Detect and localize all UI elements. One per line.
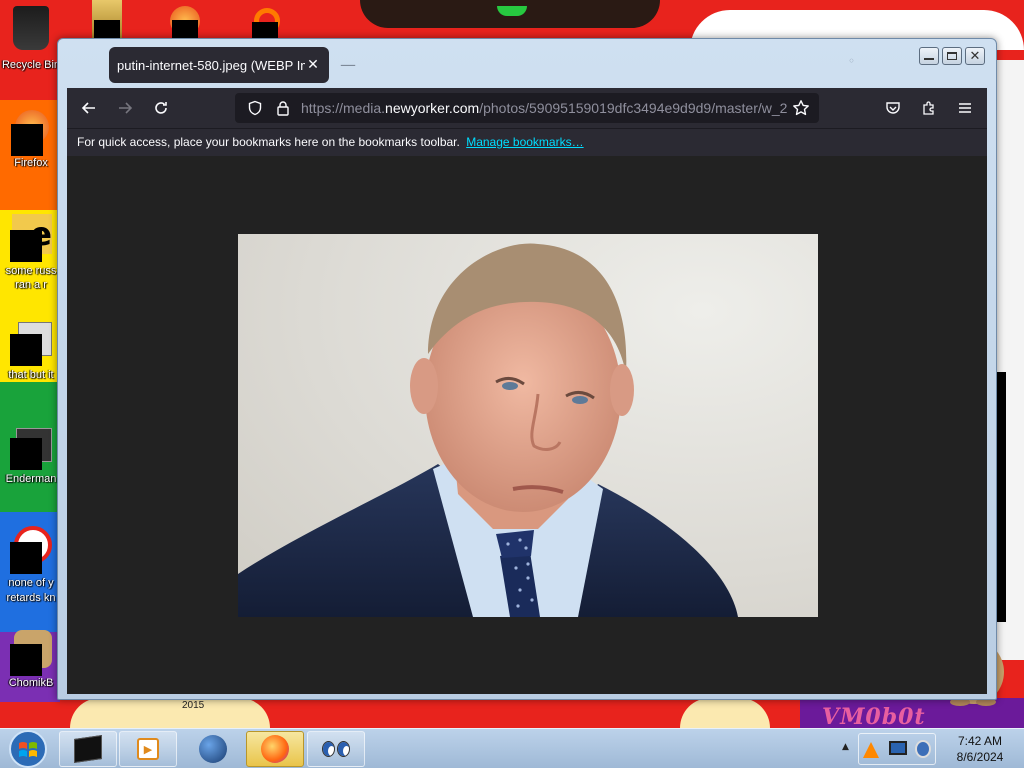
taskbar-app-eyes[interactable] [307, 731, 365, 767]
windows-logo-icon [9, 730, 47, 768]
taskbar-app-media-player[interactable]: ▶ [119, 731, 177, 767]
recycle-bin-icon [13, 6, 49, 50]
extensions-button[interactable] [911, 92, 947, 124]
system-tray [858, 733, 936, 765]
bookmarks-toolbar: For quick access, place your bookmarks h… [67, 128, 987, 156]
url-bar[interactable]: https://media.newyorker.com/photos/59095… [235, 93, 819, 123]
tab-active[interactable]: putin-internet-580.jpeg (WEBP Image ✕ [109, 47, 329, 83]
puzzle-piece-icon [923, 101, 934, 115]
wallpaper-cream-shape [70, 698, 270, 728]
desktop-icon-none-of-y[interactable]: none of y retards kn [0, 526, 62, 606]
url-domain: newyorker.com [385, 100, 480, 116]
tracking-protection-shield-icon[interactable] [241, 96, 269, 120]
tray-volume-icon[interactable] [915, 740, 931, 758]
desktop-icon-label: ChomikB [8, 677, 54, 689]
tab-title: putin-internet-580.jpeg (WEBP Image [117, 57, 305, 73]
start-button[interactable] [2, 729, 54, 768]
reload-button[interactable] [143, 92, 179, 124]
minimize-icon [924, 58, 934, 60]
eyes-icon [322, 741, 350, 757]
taskbar-clock[interactable]: 7:42 AM 8/6/2024 [940, 733, 1020, 765]
new-tab-button[interactable]: — [340, 55, 356, 74]
desktop-icon-label: none of y retards kn [6, 577, 56, 604]
firefox-icon [261, 735, 289, 763]
desktop-icon-enderman[interactable]: Enderman [0, 428, 62, 487]
desktop-icon-firefox[interactable]: Firefox [0, 110, 62, 171]
toolbar-right [875, 92, 983, 124]
wallpaper-year-text: 2015 [182, 700, 205, 711]
url-prefix: https://media. [301, 100, 386, 116]
taskbar-app-black-box[interactable] [59, 731, 117, 767]
tray-vlc-icon[interactable] [863, 742, 879, 758]
displayed-image[interactable] [238, 234, 818, 617]
taskbar-app-globe[interactable] [184, 731, 242, 767]
firefox-window: putin-internet-580.jpeg (WEBP Image ✕ — … [57, 38, 997, 700]
desktop-icon-chomik[interactable]: ChomikB [0, 630, 62, 691]
desktop-icon-label: that but it [8, 369, 54, 381]
forward-arrow-icon [119, 102, 133, 114]
url-path: /photos/59095159019dfc3494e9d9d9/master/… [479, 100, 788, 116]
maximize-icon [947, 52, 957, 60]
bookmarks-message: For quick access, place your bookmarks h… [77, 135, 460, 149]
window-titlebar[interactable]: putin-internet-580.jpeg (WEBP Image ✕ — … [58, 39, 996, 87]
taskbar: ▶ ▲ 7:42 AM 8/6/2024 [0, 728, 1024, 768]
close-icon: ✕ [969, 48, 981, 64]
tab-list-icon[interactable]: ◦ [848, 54, 855, 68]
desktop-firefox-icon-2[interactable] [170, 0, 200, 38]
back-arrow-icon [81, 102, 95, 114]
wallpaper-vmobot-text: VM0b0t [822, 704, 926, 728]
url-text[interactable]: https://media.newyorker.com/photos/59095… [301, 100, 791, 116]
desktop-icon-some-russ[interactable]: e some russ ran a r [0, 214, 62, 292]
close-button[interactable]: ✕ [965, 47, 985, 65]
desktop-app-icon[interactable] [250, 0, 280, 38]
menu-button[interactable] [947, 92, 983, 124]
desktop-icon-label: Recycle Bin [1, 59, 61, 71]
forward-button[interactable] [107, 92, 143, 124]
wallpaper-cream-shape-2 [680, 698, 770, 728]
minimize-button[interactable] [919, 47, 939, 65]
pocket-button[interactable] [875, 92, 911, 124]
back-button[interactable] [71, 92, 107, 124]
navigation-toolbar: https://media.newyorker.com/photos/59095… [67, 88, 987, 128]
tray-network-icon[interactable] [889, 741, 907, 755]
desktop-icon-label: Firefox [14, 157, 48, 169]
desktop-icon-recycle-bin[interactable]: Recycle Bin [0, 6, 62, 73]
hamburger-menu-icon [959, 103, 971, 113]
black-box-icon [74, 735, 102, 763]
reload-icon [155, 102, 167, 114]
desktop-icon-that-but-it[interactable]: that but it [0, 322, 62, 383]
lock-icon[interactable] [269, 96, 297, 120]
desktop-icon-label: Enderman [5, 473, 57, 485]
media-player-icon: ▶ [137, 738, 159, 760]
clock-time: 7:42 AM [957, 734, 1003, 748]
tray-show-hidden-icon[interactable]: ▲ [842, 742, 849, 752]
clock-date: 8/6/2024 [956, 750, 1004, 764]
desktop-icon-label: some russ ran a r [5, 265, 57, 291]
pocket-icon [886, 102, 900, 114]
portrait-photo [238, 243, 738, 617]
page-content [67, 156, 987, 694]
taskbar-app-firefox[interactable] [246, 731, 304, 767]
tab-close-icon[interactable]: ✕ [305, 57, 321, 73]
globe-icon [199, 735, 227, 763]
desktop-folder-icon[interactable] [92, 0, 122, 38]
manage-bookmarks-link[interactable]: Manage bookmarks… [466, 135, 583, 149]
maximize-button[interactable] [942, 47, 962, 65]
bookmark-star-icon[interactable] [787, 96, 815, 120]
